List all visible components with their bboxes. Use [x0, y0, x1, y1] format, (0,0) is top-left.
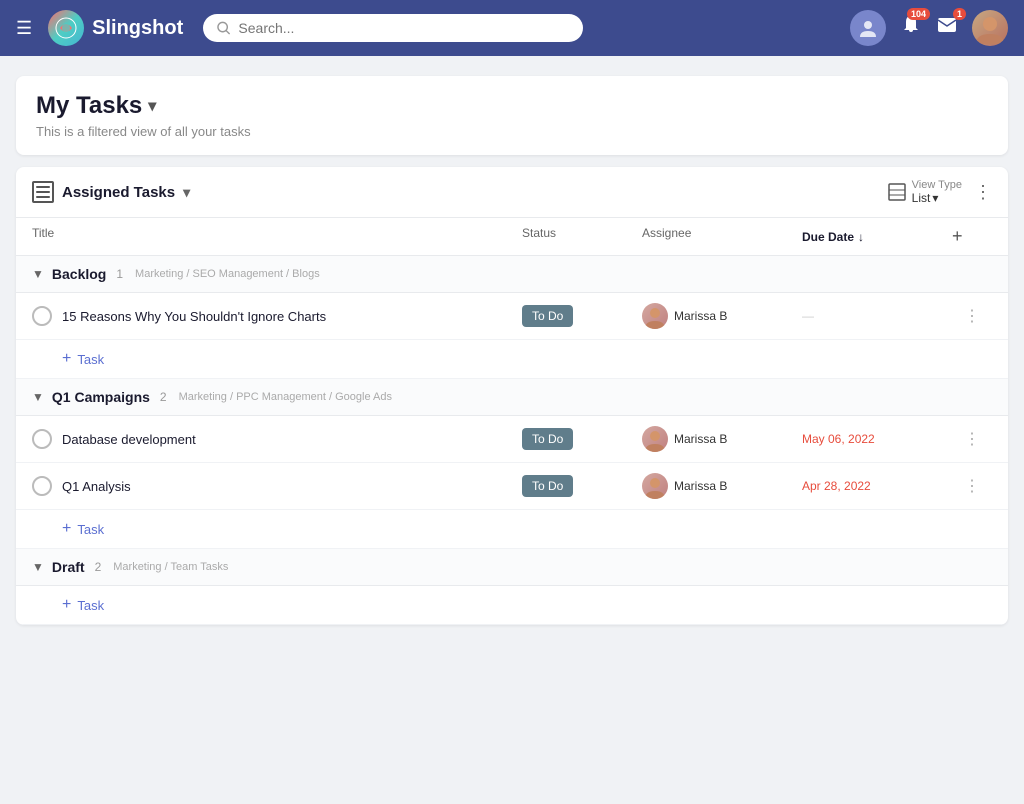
draft-path: Marketing / Team Tasks: [113, 561, 228, 573]
col-status: Status: [522, 226, 642, 247]
app-logo: Slingshot: [48, 10, 183, 46]
message-icon[interactable]: 1: [936, 14, 958, 42]
task-complete-button[interactable]: [32, 476, 52, 496]
column-headers: Title Status Assignee Due Date ↓ +: [16, 218, 1008, 256]
hamburger-icon[interactable]: ☰: [16, 18, 32, 39]
add-task-row-q1campaigns[interactable]: + Task: [16, 510, 1008, 549]
status-badge[interactable]: To Do: [522, 305, 573, 327]
view-type-label: View Type: [912, 179, 962, 191]
backlog-collapse-icon[interactable]: ▼: [32, 267, 44, 281]
status-badge[interactable]: To Do: [522, 428, 573, 450]
tasks-panel: Assigned Tasks ▾ View Type List ▾: [16, 167, 1008, 625]
panel-header: Assigned Tasks ▾ View Type List ▾: [16, 167, 1008, 218]
group-draft-header: ▼ Draft 2 Marketing / Team Tasks: [16, 549, 1008, 586]
task-status-cell: To Do: [522, 307, 642, 325]
task-more-button[interactable]: ⋮: [952, 429, 992, 449]
task-title-cell: 15 Reasons Why You Shouldn't Ignore Char…: [32, 306, 522, 326]
user-avatar-small[interactable]: [850, 10, 886, 46]
task-assignee-cell: Marissa B: [642, 473, 802, 499]
q1campaigns-collapse-icon[interactable]: ▼: [32, 390, 44, 404]
add-task-plus-icon: +: [62, 520, 71, 538]
status-badge[interactable]: To Do: [522, 475, 573, 497]
due-date-value: May 06, 2022: [802, 432, 952, 446]
app-header: ☰ Slingshot 104: [0, 0, 1024, 56]
table-row: 15 Reasons Why You Shouldn't Ignore Char…: [16, 293, 1008, 340]
col-due-date[interactable]: Due Date ↓: [802, 226, 952, 247]
assignee-avatar: [642, 303, 668, 329]
search-bar[interactable]: [203, 14, 583, 42]
draft-title: Draft: [52, 559, 85, 575]
col-assignee: Assignee: [642, 226, 802, 247]
group-q1campaigns-header: ▼ Q1 Campaigns 2 Marketing / PPC Managem…: [16, 379, 1008, 416]
task-title: Q1 Analysis: [62, 479, 131, 494]
assignee-name: Marissa B: [674, 432, 727, 446]
task-title: 15 Reasons Why You Shouldn't Ignore Char…: [62, 309, 326, 324]
message-badge: 1: [953, 8, 966, 20]
draft-count: 2: [95, 560, 102, 574]
task-assignee-cell: Marissa B: [642, 426, 802, 452]
task-status-cell: To Do: [522, 477, 642, 495]
group-backlog-header: ▼ Backlog 1 Marketing / SEO Management /…: [16, 256, 1008, 293]
page-title: My Tasks ▾: [36, 92, 988, 120]
col-add[interactable]: +: [952, 226, 992, 247]
task-title-cell: Database development: [32, 429, 522, 449]
add-task-label: Task: [77, 352, 104, 367]
draft-collapse-icon[interactable]: ▼: [32, 560, 44, 574]
page-content: My Tasks ▾ This is a filtered view of al…: [0, 56, 1024, 645]
table-row: Q1 Analysis To Do Marissa B Apr 28, 2022…: [16, 463, 1008, 510]
panel-header-right: View Type List ▾ ⋮: [888, 179, 992, 205]
title-dropdown-icon[interactable]: ▾: [148, 96, 156, 116]
task-title-cell: Q1 Analysis: [32, 476, 522, 496]
add-task-row-draft[interactable]: + Task: [16, 586, 1008, 625]
task-complete-button[interactable]: [32, 306, 52, 326]
view-type-value: List ▾: [912, 191, 962, 205]
notification-badge: 104: [907, 8, 930, 20]
due-date-value: —: [802, 309, 952, 323]
header-right: 104 1: [850, 10, 1008, 46]
section-title: Assigned Tasks: [62, 184, 175, 201]
assignee-name: Marissa B: [674, 479, 727, 493]
panel-more-button[interactable]: ⋮: [974, 182, 992, 203]
add-task-row-backlog[interactable]: + Task: [16, 340, 1008, 379]
add-task-plus-icon: +: [62, 596, 71, 614]
q1campaigns-path: Marketing / PPC Management / Google Ads: [179, 391, 392, 403]
add-task-label: Task: [77, 522, 104, 537]
section-dropdown-icon[interactable]: ▾: [183, 184, 190, 201]
view-type-chevron: ▾: [932, 191, 938, 205]
search-input[interactable]: [238, 20, 569, 36]
page-title-section: My Tasks ▾ This is a filtered view of al…: [16, 76, 1008, 155]
due-date-value: Apr 28, 2022: [802, 479, 952, 493]
task-title: Database development: [62, 432, 196, 447]
backlog-title: Backlog: [52, 266, 106, 282]
app-name: Slingshot: [92, 17, 183, 40]
list-view-icon: [888, 183, 906, 201]
q1campaigns-title: Q1 Campaigns: [52, 389, 150, 405]
notification-bell[interactable]: 104: [900, 14, 922, 42]
logo-icon: [48, 10, 84, 46]
assignee-avatar: [642, 473, 668, 499]
view-type-button[interactable]: View Type List ▾: [888, 179, 962, 205]
assignee-avatar: [642, 426, 668, 452]
table-icon: [32, 181, 54, 203]
backlog-count: 1: [116, 267, 123, 281]
user-avatar-main[interactable]: [972, 10, 1008, 46]
q1campaigns-count: 2: [160, 390, 167, 404]
panel-header-left: Assigned Tasks ▾: [32, 181, 190, 203]
task-more-button[interactable]: ⋮: [952, 306, 992, 326]
search-icon: [217, 21, 230, 35]
add-task-label: Task: [77, 598, 104, 613]
task-more-button[interactable]: ⋮: [952, 476, 992, 496]
table-row: Database development To Do Marissa B May…: [16, 416, 1008, 463]
page-subtitle: This is a filtered view of all your task…: [36, 124, 988, 139]
task-complete-button[interactable]: [32, 429, 52, 449]
task-status-cell: To Do: [522, 430, 642, 448]
task-assignee-cell: Marissa B: [642, 303, 802, 329]
col-title: Title: [32, 226, 522, 247]
sort-icon: ↓: [858, 230, 864, 244]
assignee-name: Marissa B: [674, 309, 727, 323]
backlog-path: Marketing / SEO Management / Blogs: [135, 268, 320, 280]
add-task-plus-icon: +: [62, 350, 71, 368]
